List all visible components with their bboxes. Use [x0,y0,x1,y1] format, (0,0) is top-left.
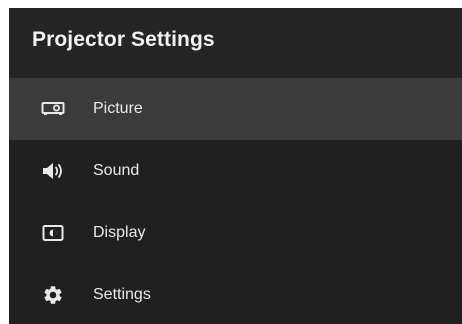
page-title: Projector Settings [32,28,215,51]
settings-menu: Picture Sound Display Settings [9,78,462,324]
speaker-icon [40,158,66,184]
menu-item-label: Picture [93,100,143,117]
menu-item-settings[interactable]: Settings [9,264,462,324]
projector-icon [40,96,66,122]
menu-item-picture[interactable]: Picture [9,78,462,140]
display-icon [40,220,66,246]
gear-icon [40,282,66,308]
menu-item-label: Settings [93,286,151,303]
menu-item-display[interactable]: Display [9,202,462,264]
settings-panel: Projector Settings Picture Sound Display… [9,8,462,324]
menu-item-label: Display [93,224,146,241]
menu-item-sound[interactable]: Sound [9,140,462,202]
menu-item-label: Sound [93,162,140,179]
panel-header: Projector Settings [9,8,462,78]
